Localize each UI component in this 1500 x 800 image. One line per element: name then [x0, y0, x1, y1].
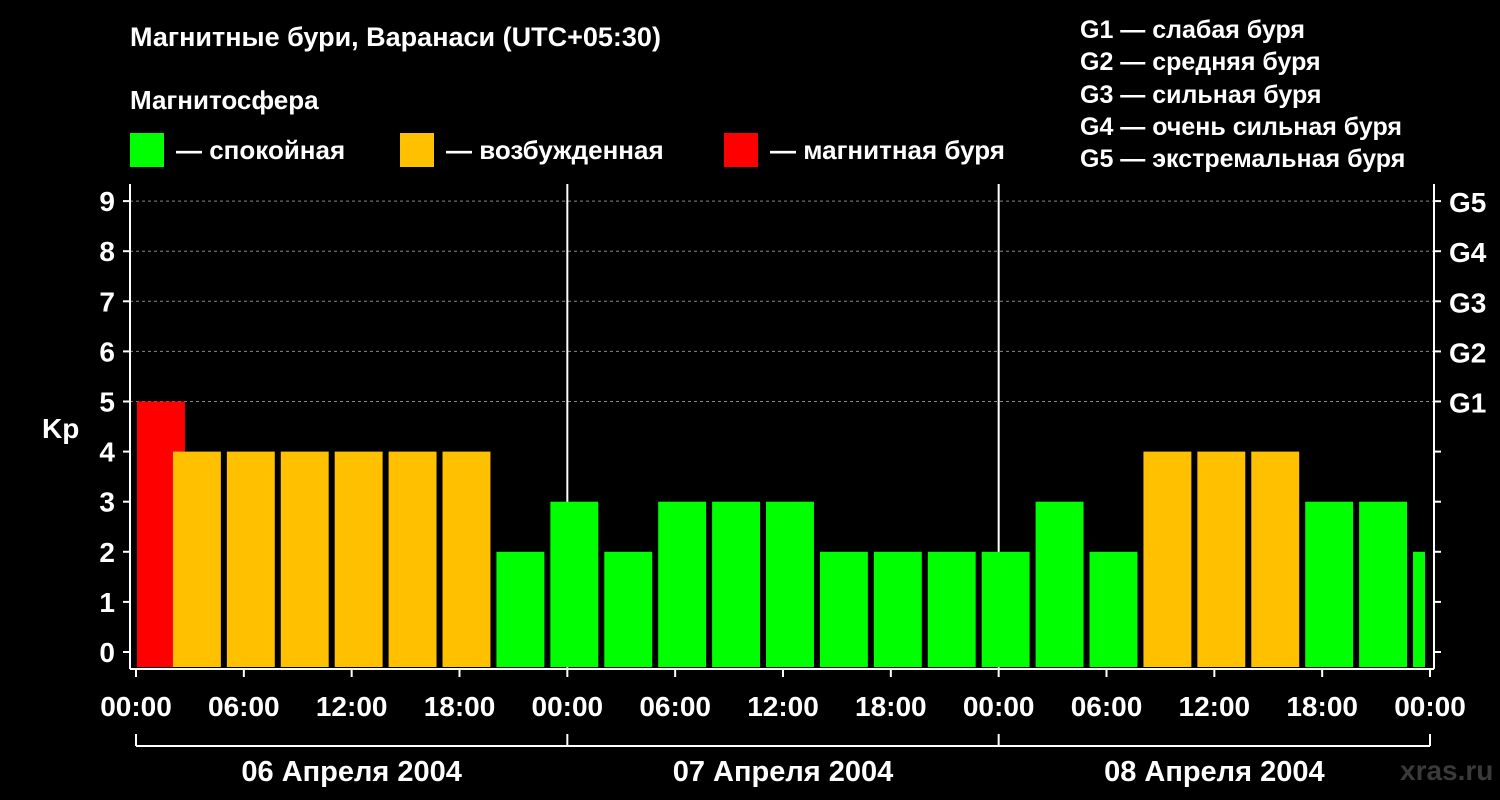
kp-bar-21: [1251, 451, 1300, 667]
day-label-2: 08 Апреля 2004: [1104, 756, 1325, 788]
kp-bar-12: [766, 501, 814, 667]
x-tick-label-5: 06:00: [639, 691, 711, 722]
kp-bar-15: [927, 551, 976, 667]
right-axis-label-g3: G3: [1449, 287, 1486, 318]
y-tick-label-0: 0: [99, 637, 115, 668]
x-tick-label-12: 00:00: [1394, 691, 1466, 722]
kp-bar-7: [496, 551, 545, 667]
kp-bar-chart: 0 1 2 3 4 5 6 7 8 9 Kp G1 G2 G3 G4 G5 00:00 06:00 12:00 18:…: [42, 184, 1487, 788]
right-axis-label-g5: G5: [1449, 187, 1486, 218]
y-tick-label-5: 5: [99, 387, 115, 418]
y-axis-label: Kp: [42, 413, 79, 444]
kp-bar-18: [1089, 551, 1138, 667]
y-tick-label-4: 4: [99, 437, 115, 468]
kp-bar-2: [226, 451, 275, 667]
y-tick-label-6: 6: [99, 336, 115, 367]
x-tick-label-11: 18:00: [1286, 691, 1358, 722]
y-tick-label-3: 3: [99, 487, 115, 518]
x-tick-label-6: 12:00: [747, 691, 819, 722]
kp-bar-8: [550, 501, 599, 667]
kp-bar-20: [1197, 451, 1246, 667]
x-tick-label-3: 18:00: [424, 691, 496, 722]
kp-bar-6: [442, 451, 491, 667]
kp-bar-19: [1143, 451, 1192, 667]
x-tick-label-8: 00:00: [963, 691, 1035, 722]
y-tick-label-8: 8: [99, 236, 115, 267]
kp-bar-17: [1035, 501, 1084, 667]
y-tick-label-1: 1: [99, 587, 115, 618]
kp-bar-13: [819, 551, 868, 667]
kp-bar-11: [712, 501, 761, 667]
y-tick-label-9: 9: [99, 186, 115, 217]
right-axis-label-g4: G4: [1449, 237, 1487, 268]
kp-bar-23: [1359, 501, 1408, 667]
x-tick-label-1: 06:00: [208, 691, 280, 722]
kp-bar-24: [1413, 551, 1425, 667]
kp-bar-16: [981, 551, 1030, 667]
watermark: xras.ru: [1400, 755, 1494, 786]
kp-bar-10: [658, 501, 707, 667]
kp-bar-4: [334, 451, 383, 667]
x-tick-label-7: 18:00: [855, 691, 927, 722]
kp-bar-3: [280, 451, 329, 667]
y-tick-label-2: 2: [99, 537, 115, 568]
y-tick-label-7: 7: [99, 286, 115, 317]
kp-bar-22: [1305, 501, 1354, 667]
x-tick-label-2: 12:00: [316, 691, 388, 722]
kp-bar-9: [604, 551, 653, 667]
right-axis-label-g1: G1: [1449, 388, 1486, 419]
kp-bar-14: [873, 551, 922, 667]
x-tick-label-10: 12:00: [1179, 691, 1251, 722]
kp-bar-5: [388, 451, 437, 667]
x-tick-label-4: 00:00: [532, 691, 604, 722]
kp-bar-1: [172, 451, 221, 667]
x-tick-label-0: 00:00: [100, 691, 172, 722]
day-label-0: 06 Апреля 2004: [241, 756, 462, 788]
right-axis-label-g2: G2: [1449, 337, 1486, 368]
x-tick-label-9: 06:00: [1071, 691, 1143, 722]
day-label-1: 07 Апреля 2004: [673, 756, 894, 788]
